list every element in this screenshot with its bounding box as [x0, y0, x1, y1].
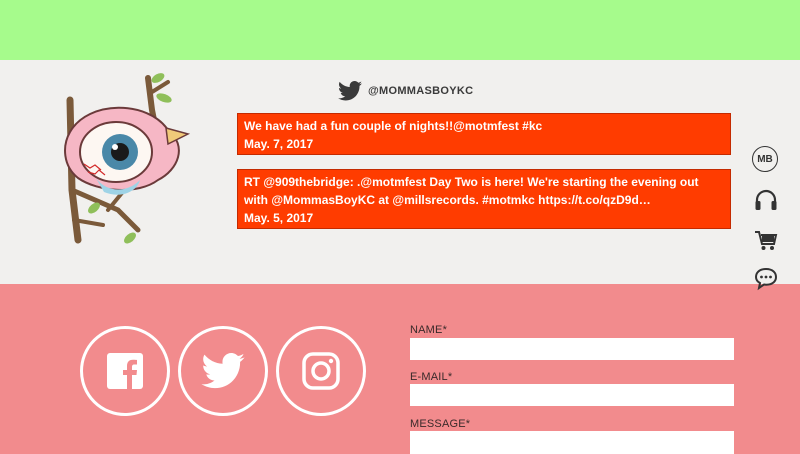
- instagram-icon: [302, 352, 340, 390]
- name-field[interactable]: [410, 338, 734, 360]
- message-label: MESSAGE*: [410, 418, 471, 430]
- cart-icon[interactable]: [752, 226, 780, 254]
- mb-logo-icon[interactable]: MB: [752, 146, 778, 172]
- top-banner: [0, 0, 800, 60]
- twitter-button[interactable]: [178, 326, 268, 416]
- name-label: NAME*: [410, 324, 448, 336]
- tweet-card[interactable]: We have had a fun couple of nights!!@mot…: [237, 113, 731, 155]
- tweet-text: We have had a fun couple of nights!!@mot…: [244, 119, 543, 133]
- tweet-date: May. 7, 2017: [244, 137, 314, 151]
- chat-icon[interactable]: [752, 264, 780, 292]
- email-field[interactable]: [410, 384, 734, 406]
- twitter-handle[interactable]: @MOMMASBOYKC: [368, 85, 473, 97]
- twitter-bird-icon: [338, 81, 362, 101]
- email-label: E-MAIL*: [410, 371, 453, 383]
- mb-logo-label: MB: [757, 153, 773, 165]
- headphones-icon[interactable]: [752, 186, 780, 214]
- facebook-icon: [107, 353, 143, 389]
- twitter-icon: [201, 353, 245, 389]
- twitter-header: @MOMMASBOYKC: [338, 80, 473, 102]
- tweet-text: RT @909thebridge: .@motmfest Day Two is …: [244, 175, 699, 207]
- bird-eye-logo: [64, 73, 191, 244]
- tweet-card[interactable]: RT @909thebridge: .@motmfest Day Two is …: [237, 169, 731, 229]
- facebook-button[interactable]: [80, 326, 170, 416]
- message-field[interactable]: [410, 431, 734, 454]
- instagram-button[interactable]: [276, 326, 366, 416]
- tweet-date: May. 5, 2017: [244, 211, 314, 225]
